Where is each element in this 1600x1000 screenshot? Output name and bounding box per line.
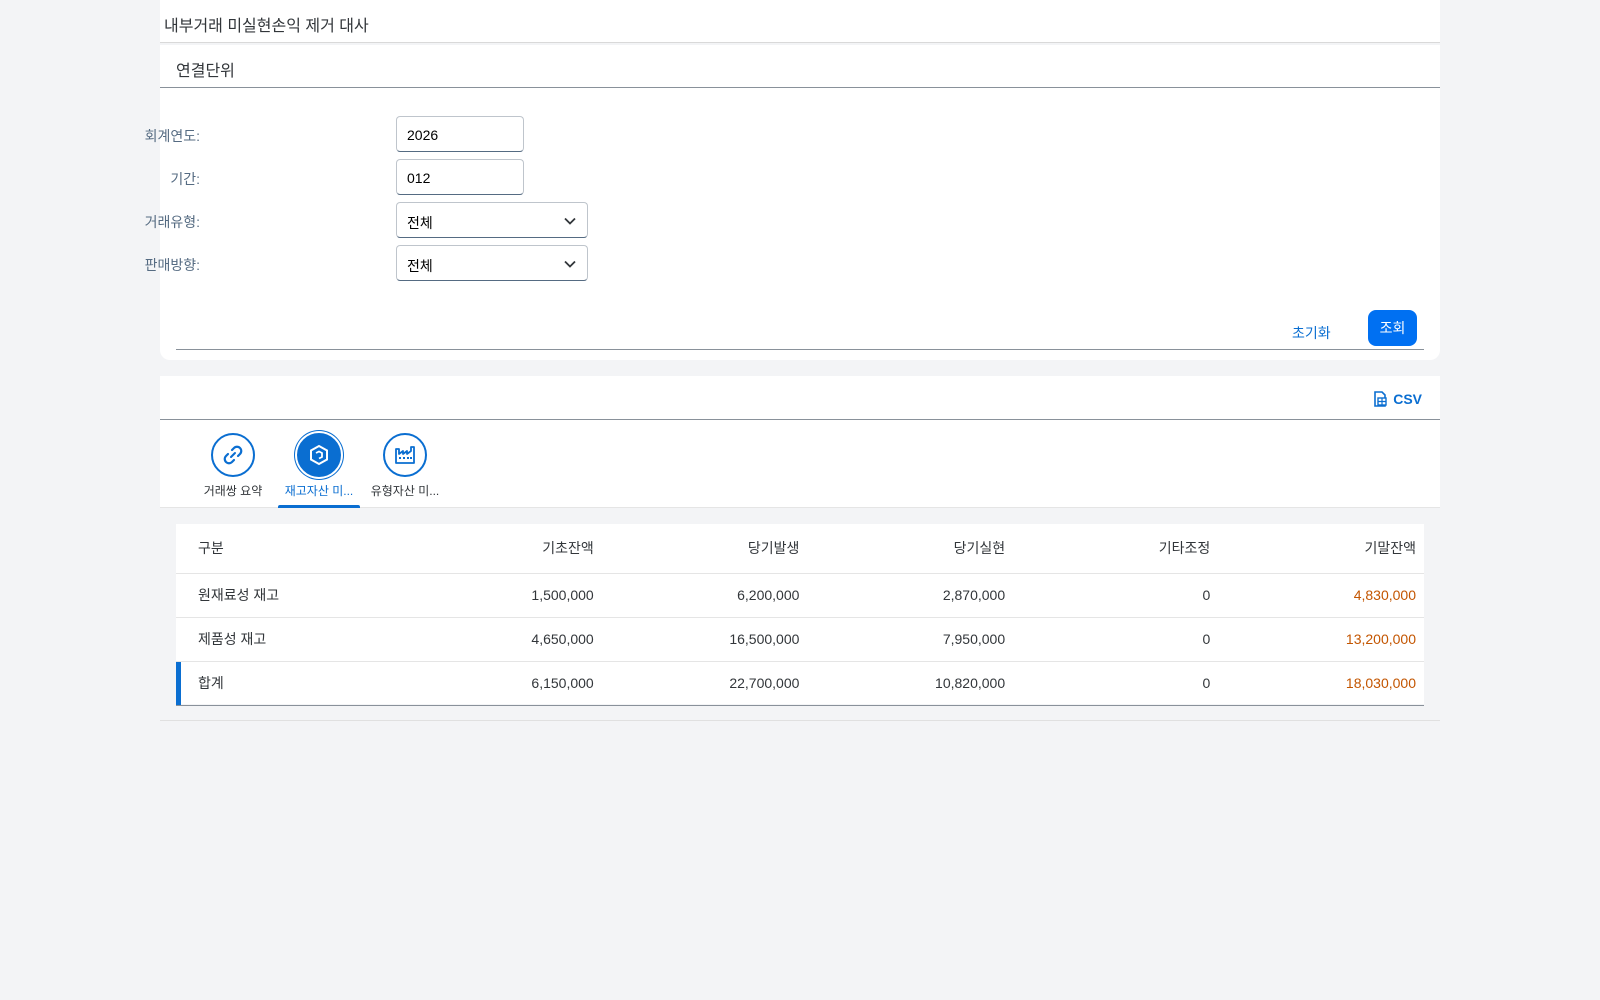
divider xyxy=(176,349,1424,350)
table-row[interactable]: 원재료성 재고 1,500,000 6,200,000 2,870,000 0 … xyxy=(176,573,1424,617)
icon-tab-bar: 거래쌍 요약 재고자산 미... 유형자산 미... xyxy=(160,420,1440,508)
chevron-down-icon xyxy=(564,217,576,225)
transaction-type-value: 전체 xyxy=(407,215,433,231)
opening-balance-cell: 1,500,000 xyxy=(531,587,594,603)
row-name: 제품성 재고 xyxy=(198,631,267,647)
reset-button[interactable]: 초기화 xyxy=(1284,317,1339,349)
export-spreadsheet-icon xyxy=(1374,391,1387,407)
column-header[interactable]: 기초잔액 xyxy=(396,524,602,574)
sales-direction-label: 판매방향: xyxy=(144,257,200,273)
other-adjustment-cell: 0 xyxy=(1202,675,1211,691)
column-header[interactable]: 기타조정 xyxy=(1013,524,1219,574)
filter-panel-header: 연결단위 xyxy=(160,45,1440,88)
csv-export-button[interactable]: CSV xyxy=(1371,388,1422,410)
realized-cell: 7,950,000 xyxy=(942,631,1006,647)
inventory-table: 구분 기초잔액 당기발생 당기실현 기타조정 기말잔액 원재료성 재고 1,50… xyxy=(176,524,1424,705)
transaction-type-label: 거래유형: xyxy=(144,214,200,230)
app-header: 내부거래 미실현손익 제거 대사 xyxy=(160,0,1440,43)
page-title: 내부거래 미실현손익 제거 대사 xyxy=(164,18,369,35)
column-header[interactable]: 당기실현 xyxy=(807,524,1014,574)
sales-direction-row: 판매방향: 전체 xyxy=(145,245,860,281)
sales-direction-value: 전체 xyxy=(407,258,433,274)
result-panel: CSV 거래쌍 요약 재고자산 미... 유형자산 미... 구분 기초잔액 당… xyxy=(160,376,1440,722)
other-adjustment-cell: 0 xyxy=(1202,631,1211,647)
filter-panel-title: 연결단위 xyxy=(176,63,235,80)
sales-direction-select[interactable]: 전체 xyxy=(396,245,588,281)
table-header-row: 구분 기초잔액 당기발생 당기실현 기타조정 기말잔액 xyxy=(176,524,1424,574)
fiscal-year-row: 회계연도: 2026 xyxy=(145,116,860,152)
ending-balance-cell: 18,030,000 xyxy=(1345,675,1416,691)
other-adjustment-cell: 0 xyxy=(1202,587,1211,603)
tab-label: 유형자산 미... xyxy=(370,484,440,498)
ending-balance-cell: 13,200,000 xyxy=(1345,631,1416,647)
opening-balance-cell: 6,150,000 xyxy=(531,675,594,691)
product-box-icon xyxy=(310,444,328,466)
search-button[interactable]: 조회 xyxy=(1368,310,1417,346)
incurred-cell: 6,200,000 xyxy=(737,587,800,603)
row-name: 원재료성 재고 xyxy=(198,587,280,603)
tab-selected-indicator xyxy=(278,505,360,508)
transaction-type-row: 거래유형: 전체 xyxy=(145,202,860,238)
tab-label: 거래쌍 요약 xyxy=(203,484,263,498)
row-name: 합계 xyxy=(176,661,396,705)
tab-label: 재고자산 미... xyxy=(284,484,354,498)
chevron-down-icon xyxy=(564,260,576,268)
fiscal-year-input[interactable]: 2026 xyxy=(396,116,524,152)
divider xyxy=(160,720,1440,721)
column-header[interactable]: 구분 xyxy=(176,524,397,574)
period-input[interactable]: 012 xyxy=(396,159,524,195)
tab-inventory-unrealized[interactable]: 재고자산 미... xyxy=(276,420,362,508)
tab-transaction-pair-summary[interactable]: 거래쌍 요약 xyxy=(190,420,276,508)
period-row: 기간: 012 xyxy=(160,159,860,195)
tab-tangible-assets-unrealized[interactable]: 유형자산 미... xyxy=(362,420,448,508)
period-label: 기간: xyxy=(170,171,200,187)
app-frame: 내부거래 미실현손익 제거 대사 연결단위 회계연도: 2026 기간: 012… xyxy=(145,0,1440,1000)
column-header[interactable]: 당기발생 xyxy=(601,524,808,574)
factory-icon xyxy=(395,446,415,464)
table-row[interactable]: 제품성 재고 4,650,000 16,500,000 7,950,000 0 … xyxy=(176,617,1424,661)
incurred-cell: 16,500,000 xyxy=(729,631,800,647)
realized-cell: 2,870,000 xyxy=(942,587,1006,603)
empty-content-area xyxy=(160,722,1440,1000)
opening-balance-cell: 4,650,000 xyxy=(531,631,594,647)
filter-panel: 연결단위 회계연도: 2026 기간: 012 거래유형: 전체 판매방향: 전… xyxy=(145,45,1440,360)
link-icon xyxy=(223,445,243,465)
transaction-type-select[interactable]: 전체 xyxy=(396,202,588,238)
ending-balance-cell: 4,830,000 xyxy=(1353,587,1416,603)
incurred-cell: 22,700,000 xyxy=(729,675,800,691)
result-toolbar: CSV xyxy=(160,376,1440,420)
table-total-row[interactable]: 합계 6,150,000 22,700,000 10,820,000 0 18,… xyxy=(176,661,1424,705)
column-header[interactable]: 기말잔액 xyxy=(1218,524,1424,574)
fiscal-year-label: 회계연도: xyxy=(144,128,200,144)
csv-label: CSV xyxy=(1393,391,1422,407)
realized-cell: 10,820,000 xyxy=(935,675,1006,691)
